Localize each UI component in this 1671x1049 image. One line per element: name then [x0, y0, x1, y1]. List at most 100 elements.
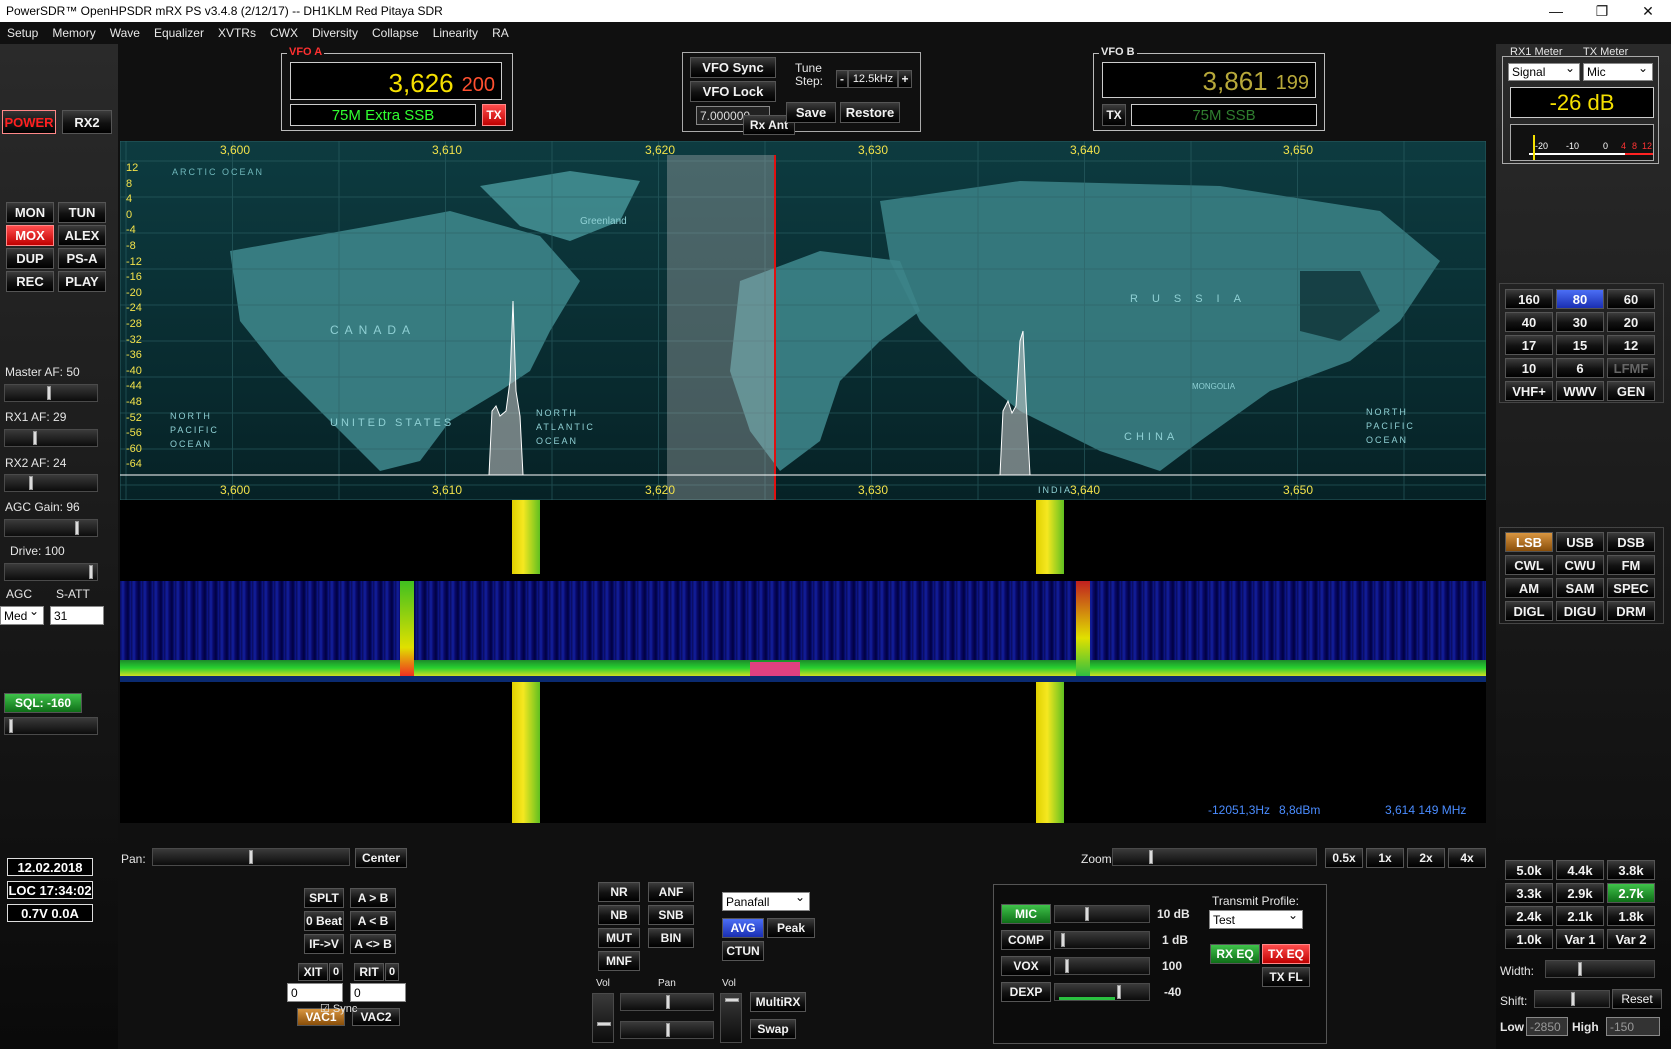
band-20-button[interactable]: 20 [1607, 312, 1655, 332]
filter-var1-button[interactable]: Var 1 [1556, 929, 1604, 949]
drive-slider[interactable] [4, 563, 98, 581]
tun-button[interactable]: TUN [58, 202, 106, 223]
band-6-button[interactable]: 6 [1556, 358, 1604, 378]
slider-knob[interactable] [33, 431, 37, 445]
master-af-slider[interactable] [4, 384, 98, 402]
slider-knob[interactable] [89, 565, 93, 579]
dexp-button[interactable]: DEXP [1001, 982, 1051, 1002]
vox-button[interactable]: VOX [1001, 956, 1051, 976]
transmit-profile-select[interactable]: Test [1209, 908, 1303, 929]
mute-button[interactable]: MUT [598, 928, 640, 948]
ps-a-button[interactable]: PS-A [58, 248, 106, 269]
vfo-b-frequency[interactable]: 3,861 199 [1102, 62, 1316, 98]
snb-button[interactable]: SNB [648, 905, 694, 925]
menu-ra[interactable]: RA [485, 26, 516, 40]
nb-button[interactable]: NB [598, 905, 640, 925]
filter-2-9k-button[interactable]: 2.9k [1556, 883, 1604, 903]
mode-cwu-button[interactable]: CWU [1556, 555, 1604, 575]
filter-4-4k-button[interactable]: 4.4k [1556, 860, 1604, 880]
nr-button[interactable]: NR [598, 882, 640, 902]
zero-beat-button[interactable]: 0 Beat [304, 911, 344, 931]
comp-button[interactable]: COMP [1001, 930, 1051, 950]
vfo-b-tx-button[interactable]: TX [1102, 104, 1126, 126]
menu-setup[interactable]: Setup [0, 26, 45, 40]
menu-collapse[interactable]: Collapse [365, 26, 426, 40]
pan-mix-slider-2[interactable] [620, 1021, 714, 1039]
minimize-button[interactable]: — [1533, 0, 1579, 22]
menu-diversity[interactable]: Diversity [305, 26, 365, 40]
band-60-button[interactable]: 60 [1607, 289, 1655, 309]
band-40-button[interactable]: 40 [1505, 312, 1553, 332]
mox-button[interactable]: MOX [6, 225, 54, 246]
rx-eq-button[interactable]: RX EQ [1210, 944, 1260, 964]
mode-usb-button[interactable]: USB [1556, 532, 1604, 552]
shift-reset-button[interactable]: Reset [1612, 989, 1662, 1009]
maximize-button[interactable]: ❐ [1579, 0, 1625, 22]
vfo-sync-button[interactable]: VFO Sync [690, 57, 776, 78]
sync-checkbox[interactable]: ☑ Sync [320, 1002, 357, 1015]
mode-lsb-button[interactable]: LSB [1505, 532, 1553, 552]
mode-digu-button[interactable]: DIGU [1556, 601, 1604, 621]
filter-1-0k-button[interactable]: 1.0k [1505, 929, 1553, 949]
peak-button[interactable]: Peak [767, 918, 815, 938]
slider-knob[interactable] [47, 386, 51, 400]
slider-knob[interactable] [249, 850, 253, 864]
ctun-button[interactable]: CTUN [722, 941, 764, 961]
save-button[interactable]: Save [786, 102, 836, 123]
width-slider[interactable] [1545, 960, 1655, 978]
xit-button[interactable]: XIT [298, 963, 328, 981]
mode-digl-button[interactable]: DIGL [1505, 601, 1553, 621]
band-lfmf-button[interactable]: LFMF [1607, 358, 1655, 378]
slider-knob[interactable] [9, 719, 13, 733]
play-button[interactable]: PLAY [58, 271, 106, 292]
vol2-slider[interactable] [720, 993, 742, 1043]
slider-knob[interactable] [1065, 959, 1069, 973]
mic-slider[interactable] [1054, 905, 1150, 923]
menu-equalizer[interactable]: Equalizer [147, 26, 211, 40]
anf-button[interactable]: ANF [648, 882, 694, 902]
filter-3-8k-button[interactable]: 3.8k [1607, 860, 1655, 880]
menu-linearity[interactable]: Linearity [426, 26, 485, 40]
split-button[interactable]: SPLT [304, 888, 344, 908]
panadapter[interactable]: 3,600 3,610 3,620 3,630 3,640 3,650 3,60… [120, 141, 1486, 500]
rec-button[interactable]: REC [6, 271, 54, 292]
zoom-1x-button[interactable]: 1x [1366, 848, 1404, 868]
slider-knob[interactable] [75, 521, 79, 535]
bin-button[interactable]: BIN [648, 928, 694, 948]
menu-cwx[interactable]: CWX [263, 26, 305, 40]
rit-input[interactable]: 0 [350, 983, 406, 1002]
slider-knob[interactable] [1085, 907, 1089, 921]
zoom-2x-button[interactable]: 2x [1407, 848, 1445, 868]
zoom-slider[interactable] [1112, 848, 1317, 866]
mic-button[interactable]: MIC [1001, 904, 1051, 924]
pan-mix-slider[interactable] [620, 993, 714, 1011]
low-input[interactable]: -2850 [1526, 1017, 1568, 1036]
rx2-af-slider[interactable] [4, 474, 98, 492]
step-down-button[interactable]: - [836, 70, 848, 88]
tx-filter-button[interactable]: TX FL [1262, 967, 1310, 987]
band-gen-button[interactable]: GEN [1607, 381, 1655, 401]
slider-knob[interactable] [1149, 850, 1153, 864]
pan-slider[interactable] [152, 848, 350, 866]
comp-slider[interactable] [1054, 931, 1150, 949]
mode-drm-button[interactable]: DRM [1607, 601, 1655, 621]
zoom-0-5x-button[interactable]: 0.5x [1325, 848, 1363, 868]
vox-slider[interactable] [1054, 957, 1150, 975]
band-160-button[interactable]: 160 [1505, 289, 1553, 309]
a-to-b-button[interactable]: A > B [350, 888, 396, 908]
swap-button[interactable]: Swap [750, 1019, 796, 1039]
filter-3-3k-button[interactable]: 3.3k [1505, 883, 1553, 903]
filter-var2-button[interactable]: Var 2 [1607, 929, 1655, 949]
center-button[interactable]: Center [355, 848, 407, 868]
band-80-button[interactable]: 80 [1556, 289, 1604, 309]
vac2-button[interactable]: VAC2 [352, 1008, 400, 1026]
mode-dsb-button[interactable]: DSB [1607, 532, 1655, 552]
mode-sam-button[interactable]: SAM [1556, 578, 1604, 598]
rx2-button[interactable]: RX2 [62, 110, 112, 134]
band-wwv-button[interactable]: WWV [1556, 381, 1604, 401]
restore-button[interactable]: Restore [840, 102, 900, 123]
slider-knob[interactable] [597, 1022, 611, 1026]
filter-2-7k-button[interactable]: 2.7k [1607, 883, 1655, 903]
vfo-a-frequency[interactable]: 3,626 200 [290, 62, 502, 100]
menu-memory[interactable]: Memory [45, 26, 102, 40]
